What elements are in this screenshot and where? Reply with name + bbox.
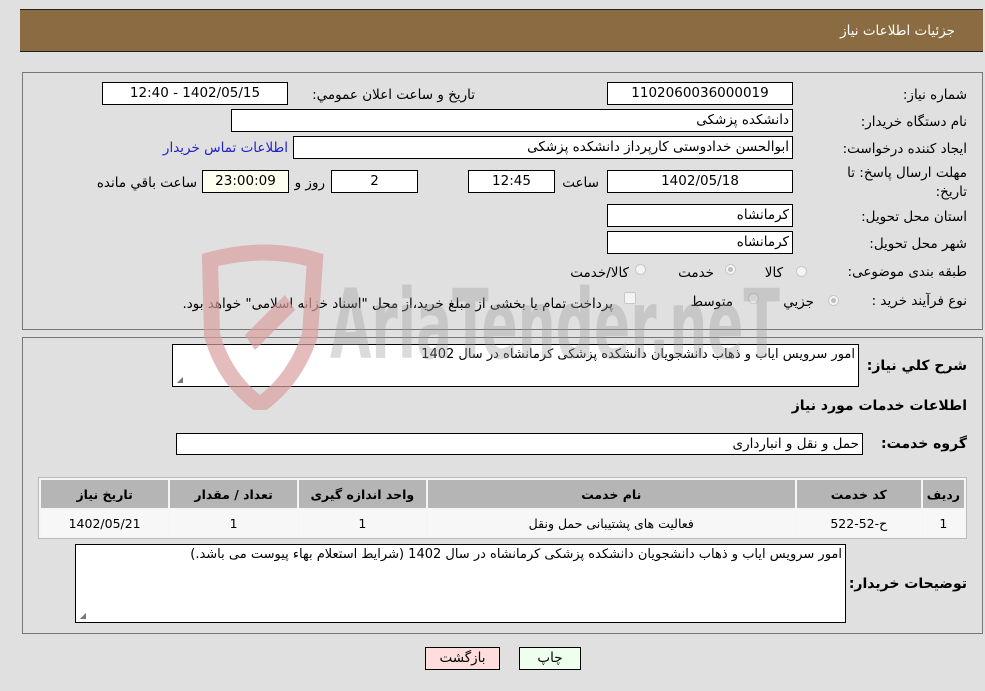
- summary-textarea[interactable]: امور سرویس ایاب و ذهاب دانشجویان دانشکده…: [172, 344, 859, 387]
- page-title: جزئيات اطلاعات نياز: [840, 23, 955, 39]
- col-unit: واحد اندازه گيری: [298, 480, 426, 508]
- province-label: استان محل تحویل:: [861, 209, 967, 225]
- resize-grip-icon[interactable]: ◢: [78, 612, 86, 620]
- deadline-days-field[interactable]: 2: [331, 170, 418, 193]
- service-group-field[interactable]: حمل و نقل و انبارداری: [176, 433, 863, 455]
- buyer-notes-textarea[interactable]: امور سرویس ایاب و ذهاب دانشجویان دانشکده…: [75, 544, 846, 623]
- cell-row-number: 1: [922, 510, 964, 536]
- purchase-type-option-medium: متوسط: [690, 294, 733, 310]
- category-label: طبقه بندی موضوعی:: [847, 264, 967, 280]
- requester-label: ایجاد کننده درخواست:: [842, 141, 967, 157]
- col-row-number: رديف: [922, 480, 964, 508]
- buyer-contact-link[interactable]: اطلاعات تماس خريدار: [163, 140, 288, 156]
- remaining-time-field: 23:00:09: [202, 170, 289, 193]
- buyer-org-field[interactable]: دانشکده پزشکی: [231, 109, 793, 132]
- cell-need-date: 1402/05/21: [41, 510, 169, 536]
- col-service-name: نام خدمت: [427, 480, 795, 508]
- province-field[interactable]: کرمانشاه: [607, 204, 793, 227]
- announce-datetime-field[interactable]: 1402/05/15 - 12:40: [102, 82, 288, 105]
- buyer-notes-text: امور سرویس ایاب و ذهاب دانشجویان دانشکده…: [190, 547, 842, 562]
- summary-label: شرح کلي نياز:: [866, 358, 967, 374]
- city-label: شهر محل تحویل:: [869, 236, 967, 252]
- page-header: جزئيات اطلاعات نياز: [20, 9, 983, 52]
- summary-text: امور سرویس ایاب و ذهاب دانشجویان دانشکده…: [421, 347, 855, 362]
- cell-quantity: 1: [170, 510, 297, 536]
- table-row: 1 ح-52-522 فعالیت های پشتیبانی حمل ونقل …: [41, 510, 964, 536]
- purchase-type-radio-minor[interactable]: [828, 295, 839, 306]
- back-button[interactable]: بازگشت: [425, 647, 500, 670]
- category-option-service: خدمت: [678, 265, 714, 281]
- requester-field[interactable]: ابوالحسن خدادوستی کارپرداز دانشکده پزشکی: [293, 136, 793, 159]
- purchase-type-radio-medium[interactable]: [748, 293, 759, 304]
- deadline-label-line1: مهلت ارسال پاسخ: تا: [847, 165, 967, 181]
- col-need-date: تاريخ نياز: [41, 480, 169, 508]
- buyer-org-label: نام دستگاه خريدار:: [860, 114, 967, 130]
- cell-service-code: ح-52-522: [796, 510, 921, 536]
- announce-datetime-label: تاريخ و ساعت اعلان عمومي:: [312, 87, 475, 103]
- deadline-days-label: روز و: [294, 175, 325, 191]
- city-field[interactable]: کرمانشاه: [607, 231, 793, 254]
- cell-service-name: فعالیت های پشتیبانی حمل ونقل: [427, 510, 795, 536]
- deadline-label: مهلت ارسال پاسخ: تا تاریخ:: [847, 164, 967, 202]
- deadline-date-field[interactable]: 1402/05/18: [607, 170, 793, 193]
- need-number-field[interactable]: 1102060036000019: [607, 82, 793, 105]
- col-quantity: تعداد / مقدار: [170, 480, 297, 508]
- services-table: رديف کد خدمت نام خدمت واحد اندازه گيری ت…: [38, 477, 967, 539]
- service-group-label: گروه خدمت:: [881, 436, 967, 452]
- cell-unit: 1: [298, 510, 426, 536]
- resize-grip-icon[interactable]: ◢: [175, 376, 183, 384]
- category-radio-goods-service[interactable]: [635, 264, 646, 275]
- treasury-checkbox[interactable]: [624, 292, 636, 304]
- buyer-notes-label: توضيحات خريدار:: [848, 576, 967, 592]
- services-section-title: اطلاعات خدمات مورد نياز: [791, 398, 967, 414]
- category-option-goods: کالا: [764, 265, 783, 281]
- category-radio-goods[interactable]: [796, 266, 807, 277]
- purchase-type-label: نوع فرآیند خرید :: [871, 293, 967, 309]
- category-radio-service[interactable]: [725, 264, 736, 275]
- col-service-code: کد خدمت: [796, 480, 921, 508]
- print-button[interactable]: چاپ: [519, 647, 581, 670]
- deadline-time-field[interactable]: 12:45: [468, 170, 555, 193]
- deadline-time-label: ساعت: [562, 175, 599, 191]
- remaining-time-label: ساعت باقي مانده: [96, 175, 197, 191]
- category-option-goods-service: کالا/خدمت: [570, 265, 629, 281]
- table-header-row: رديف کد خدمت نام خدمت واحد اندازه گيری ت…: [41, 480, 964, 508]
- deadline-label-line2: تاریخ:: [935, 184, 967, 200]
- treasury-note: پرداخت تمام یا بخشی از مبلغ خرید،از محل …: [182, 296, 613, 312]
- need-number-label: شماره نیاز:: [902, 87, 967, 103]
- purchase-type-option-minor: جزيي: [783, 294, 814, 310]
